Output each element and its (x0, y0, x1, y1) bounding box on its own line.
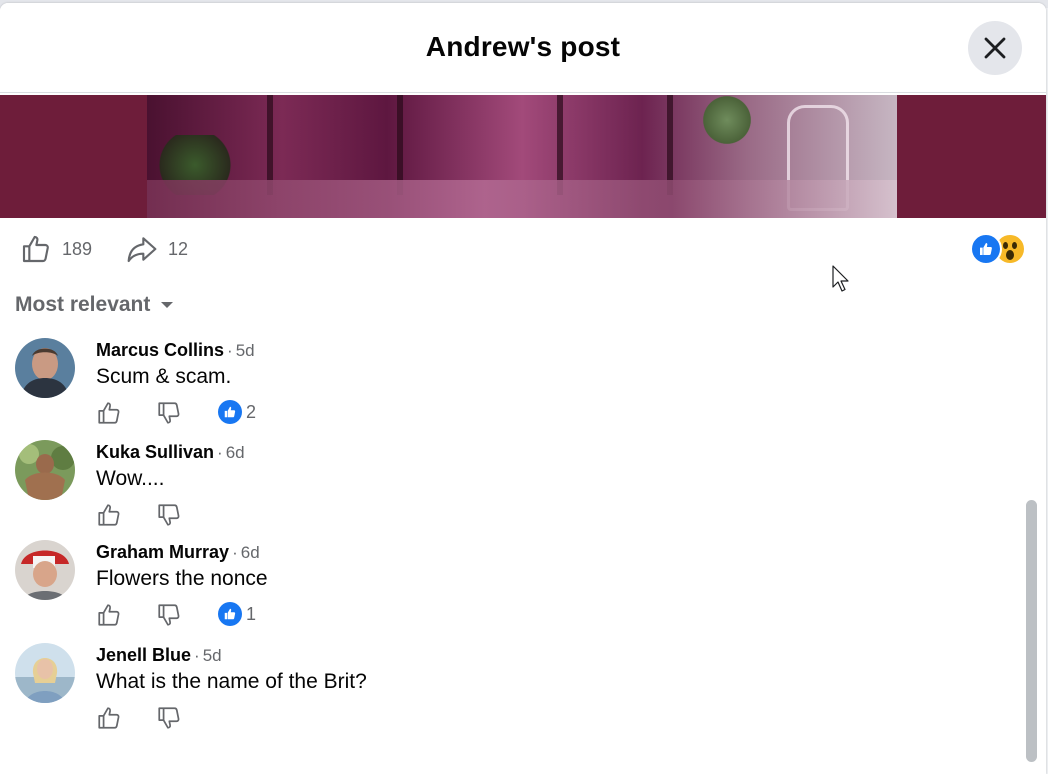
mouse-pointer-icon (832, 265, 852, 298)
thumbs-down-icon (158, 402, 180, 424)
comment-like-button[interactable] (96, 705, 122, 736)
like-count: 189 (62, 238, 93, 259)
post-media (0, 95, 1046, 218)
comment-item: Kuka Sullivan · 6d Wow.... (0, 440, 1020, 540)
comment-dislike-button[interactable] (156, 502, 182, 533)
media-floor (147, 180, 897, 218)
comment-like-button[interactable] (96, 502, 122, 533)
thumbs-up-icon (98, 402, 120, 424)
thumbs-down-icon (158, 504, 180, 526)
comment-text: Flowers the nonce (96, 567, 268, 590)
share-count: 12 (168, 238, 189, 259)
thumbs-up-icon (980, 243, 992, 255)
reaction-summary[interactable] (970, 233, 1026, 265)
post-actions: 189 12 (0, 233, 1046, 273)
post-dialog: Andrew's post 189 12 Most relevant Marcu… (0, 3, 1046, 774)
thumbs-down-icon (158, 707, 180, 729)
comment-author[interactable]: Jenell Blue (96, 645, 191, 665)
avatar[interactable] (15, 338, 75, 398)
comment-text: What is the name of the Brit? (96, 670, 367, 693)
like-reaction-icon (218, 400, 242, 424)
reaction-count-number: 2 (246, 401, 257, 422)
thumbs-up-icon (98, 604, 120, 626)
avatar[interactable] (15, 643, 75, 703)
comment-sort-dropdown[interactable]: Most relevant (15, 293, 174, 317)
comment-dislike-button[interactable] (156, 705, 182, 736)
separator-dot: · (232, 543, 238, 562)
comment-item: Jenell Blue · 5d What is the name of the B… (0, 643, 1020, 743)
thumbs-down-icon (158, 604, 180, 626)
post-title: Andrew's post (425, 31, 621, 62)
comment-text: Scum & scam. (96, 365, 232, 388)
post-video-frame[interactable] (147, 95, 897, 218)
comment-author[interactable]: Graham Murray (96, 542, 229, 562)
share-button[interactable]: 12 (126, 233, 188, 265)
comment-time[interactable]: 6d (241, 543, 260, 562)
comment-time[interactable]: 5d (236, 341, 255, 360)
like-reaction-icon (218, 602, 242, 626)
thumbs-up-icon (98, 707, 120, 729)
comment-author[interactable]: Kuka Sullivan (96, 442, 214, 462)
separator-dot: · (194, 646, 200, 665)
like-button[interactable]: 189 (20, 233, 92, 265)
comment-time[interactable]: 5d (203, 646, 222, 665)
thumbs-up-icon (98, 504, 120, 526)
scrollbar[interactable] (1026, 500, 1039, 762)
dialog-header: Andrew's post (0, 3, 1046, 93)
sort-label: Most relevant (15, 293, 151, 316)
close-button[interactable] (968, 21, 1022, 75)
comment-author[interactable]: Marcus Collins (96, 340, 224, 360)
thumbs-up-icon (22, 235, 49, 263)
avatar[interactable] (15, 440, 75, 500)
comment-reaction-count[interactable]: 2 (218, 400, 256, 424)
comment-item: Graham Murray · 6d Flowers the nonce 1 (0, 540, 1020, 640)
share-arrow-icon (127, 237, 157, 263)
caret-down-icon (161, 302, 174, 308)
avatar[interactable] (15, 540, 75, 600)
media-plant-right (697, 95, 757, 145)
comment-dislike-button[interactable] (156, 400, 182, 431)
close-icon (984, 37, 1006, 59)
reaction-count-number: 1 (246, 603, 257, 624)
comment-like-button[interactable] (96, 602, 122, 633)
comment-dislike-button[interactable] (156, 602, 182, 633)
separator-dot: · (227, 341, 233, 360)
like-reaction-icon (970, 233, 1002, 265)
comment-time[interactable]: 6d (226, 443, 245, 462)
scrollbar-thumb[interactable] (1026, 500, 1037, 762)
comment-item: Marcus Collins · 5d Scum & scam. 2 (0, 338, 1020, 438)
comment-text: Wow.... (96, 467, 165, 490)
comment-reaction-count[interactable]: 1 (218, 602, 256, 626)
comment-like-button[interactable] (96, 400, 122, 431)
separator-dot: · (217, 443, 223, 462)
